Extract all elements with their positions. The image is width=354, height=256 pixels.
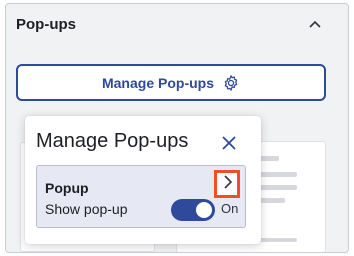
chevron-right-icon xyxy=(223,174,232,194)
popups-section: Pop-ups Manage Pop-ups Manage Pop-ups Po… xyxy=(5,3,349,253)
section-title: Pop-ups xyxy=(16,16,76,33)
close-button[interactable] xyxy=(220,135,238,155)
show-popup-toggle[interactable] xyxy=(171,199,215,221)
open-popup-button[interactable] xyxy=(214,170,240,198)
manage-popups-panel: Manage Pop-ups Popup Show pop-up On xyxy=(25,116,261,244)
collapse-button[interactable] xyxy=(306,15,324,33)
popup-name: Popup xyxy=(45,180,89,196)
manage-popups-button[interactable]: Manage Pop-ups xyxy=(16,64,326,101)
show-popup-label: Show pop-up xyxy=(45,201,128,217)
popup-list-item[interactable]: Popup Show pop-up On xyxy=(36,165,246,228)
panel-title: Manage Pop-ups xyxy=(36,130,189,152)
toggle-state-label: On xyxy=(221,201,239,216)
manage-popups-label: Manage Pop-ups xyxy=(101,74,214,91)
gear-icon xyxy=(222,74,240,92)
toggle-knob xyxy=(196,202,212,218)
chevron-up-icon xyxy=(309,15,321,33)
close-icon xyxy=(222,135,236,155)
